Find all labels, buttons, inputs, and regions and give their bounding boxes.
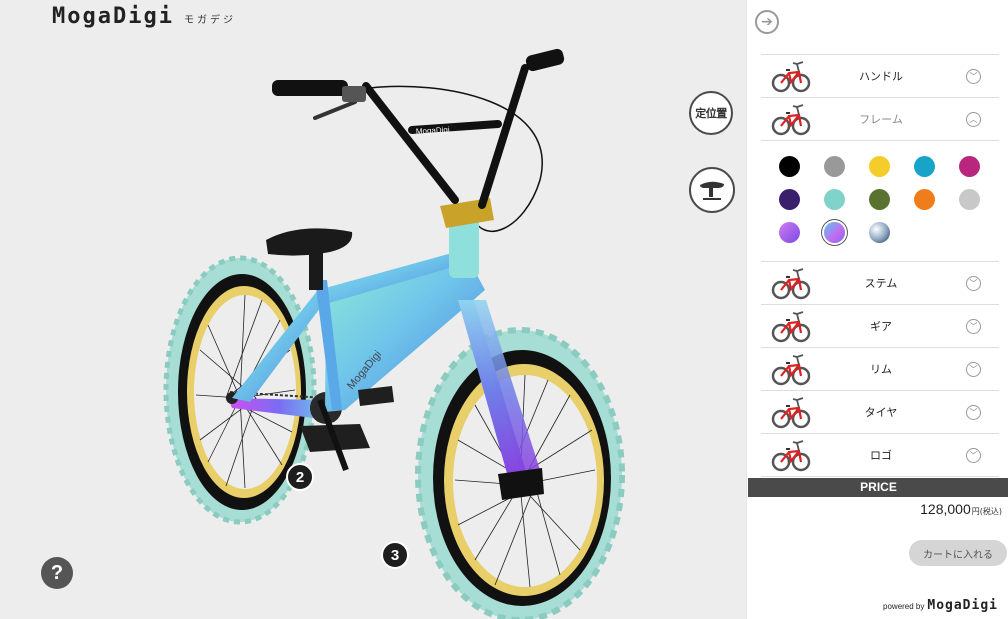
reset-position-label: 定位置	[695, 107, 727, 120]
color-swatch-olive-green[interactable]	[869, 189, 890, 210]
price-header: PRICE	[748, 478, 1008, 497]
add-to-cart-button[interactable]: カートに入れる	[909, 540, 1007, 566]
part-label: ロゴ	[870, 449, 892, 462]
color-swatch-gray[interactable]	[824, 156, 845, 177]
part-row[interactable]: ステム ﹀	[761, 262, 999, 305]
part-row[interactable]: ギア ﹀	[761, 305, 999, 348]
bike-thumbnail-icon	[771, 394, 811, 431]
bike-thumbnail-icon	[771, 437, 811, 474]
color-swatch-yellow[interactable]	[869, 156, 890, 177]
color-swatch-black[interactable]	[779, 156, 800, 177]
color-swatch-navy-purple[interactable]	[779, 189, 800, 210]
bike-3d-model[interactable]: MogaDigi MogaDigi	[0, 0, 746, 619]
powered-by-logo: MogaDigi	[927, 598, 998, 613]
customize-panel: ➔ ハンドル ﹀ フレーム ︿ ステム ﹀ ギア ﹀ リム ﹀ タイヤ ﹀ ロゴ ﹀ PRICE 128,…	[746, 0, 1008, 619]
bike-thumbnail-icon	[771, 58, 811, 95]
color-swatch-light-gray[interactable]	[959, 189, 980, 210]
price-value: 128,000	[920, 501, 971, 517]
part-label: ステム	[864, 277, 898, 290]
color-swatch-cyan[interactable]	[914, 156, 935, 177]
bike-thumbnail-icon	[771, 308, 811, 345]
part-label: フレーム	[859, 113, 903, 126]
hotspot-marker-3[interactable]: 3	[381, 541, 409, 569]
chevron-down-icon[interactable]: ﹀	[966, 318, 981, 334]
part-row[interactable]: リム ﹀	[761, 348, 999, 391]
parts-list: ハンドル ﹀ フレーム ︿ ステム ﹀ ギア ﹀ リム ﹀ タイヤ ﹀ ロゴ ﹀	[761, 54, 999, 477]
color-swatch-aurora-gradient[interactable]	[824, 222, 845, 243]
chevron-down-icon[interactable]: ﹀	[966, 68, 981, 84]
part-label: リム	[870, 363, 892, 376]
part-row[interactable]: タイヤ ﹀	[761, 391, 999, 434]
color-swatch-chrome[interactable]	[869, 222, 890, 243]
color-swatch-mint[interactable]	[824, 189, 845, 210]
bike-thumbnail-icon	[771, 101, 811, 138]
powered-by: powered by MogaDigi	[883, 598, 998, 613]
frame-color-swatches	[761, 141, 999, 262]
color-swatch-magenta[interactable]	[959, 156, 980, 177]
saddle-view-button[interactable]	[689, 167, 735, 213]
chevron-down-icon[interactable]: ﹀	[966, 275, 981, 291]
chevron-down-icon[interactable]: ﹀	[966, 361, 981, 377]
part-row[interactable]: ロゴ ﹀	[761, 434, 999, 477]
part-label: ハンドル	[859, 70, 903, 83]
chevron-down-icon[interactable]: ﹀	[966, 404, 981, 420]
part-label: ギア	[870, 320, 892, 333]
price: 128,000 円(税込)	[920, 501, 1002, 517]
bike-viewer[interactable]: MogaDigi モガデジ MogaDigi MogaDigi 定位置 2 3 …	[0, 0, 746, 619]
color-swatch-orange[interactable]	[914, 189, 935, 210]
handlebar-logo: MogaDigi	[416, 125, 450, 136]
price-unit: 円(税込)	[971, 507, 1002, 516]
help-button[interactable]: ?	[41, 557, 73, 589]
part-row[interactable]: フレーム ︿	[761, 98, 999, 141]
saddle-icon	[700, 181, 724, 200]
color-swatch-purple-gradient[interactable]	[779, 222, 800, 243]
bike-thumbnail-icon	[771, 351, 811, 388]
chevron-up-icon[interactable]: ︿	[966, 111, 981, 127]
powered-by-label: powered by	[883, 602, 925, 611]
part-row[interactable]: ハンドル ﹀	[761, 55, 999, 98]
chevron-down-icon[interactable]: ﹀	[966, 447, 981, 463]
part-label: タイヤ	[864, 406, 898, 419]
bike-thumbnail-icon	[771, 265, 811, 302]
arrow-right-circle-icon[interactable]: ➔	[755, 10, 779, 34]
hotspot-marker-2[interactable]: 2	[286, 463, 314, 491]
reset-position-button[interactable]: 定位置	[689, 91, 733, 135]
